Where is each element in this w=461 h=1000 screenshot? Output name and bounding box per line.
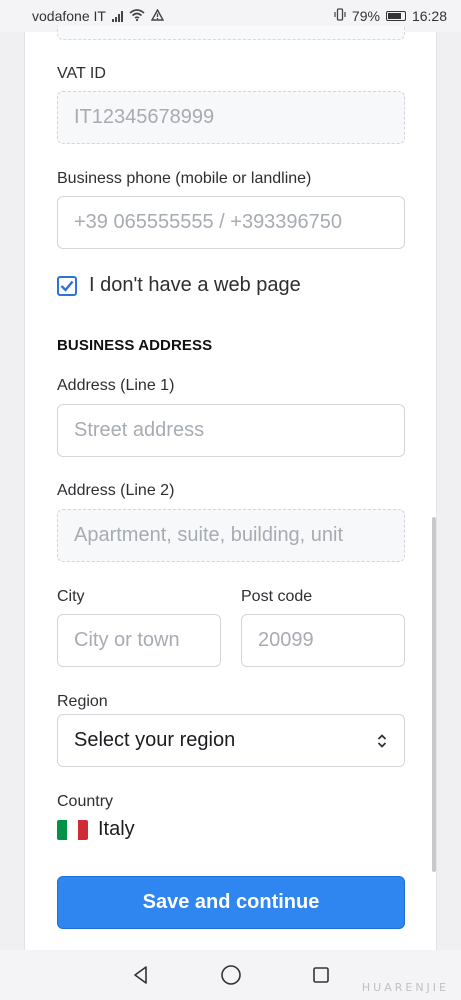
signal-icon	[111, 10, 123, 22]
chevron-updown-icon	[376, 733, 388, 749]
check-icon	[60, 280, 74, 292]
carrier-name: vodafone IT	[32, 8, 106, 24]
city-placeholder: City or town	[74, 629, 180, 651]
back-icon[interactable]	[130, 964, 152, 986]
postcode-placeholder: 20099	[258, 629, 314, 651]
phone-label: Business phone (mobile or landline)	[57, 170, 312, 187]
vat-label: VAT ID	[57, 65, 106, 82]
city-label: City	[57, 588, 85, 605]
flag-stripe	[77, 819, 88, 840]
address1-placeholder: Street address	[74, 419, 205, 441]
form-card: VAT ID IT12345678999 Business phone (mob…	[24, 26, 437, 950]
postcode-label: Post code	[241, 588, 313, 605]
business-address-heading: BUSINESS ADDRESS	[57, 337, 213, 354]
region-selected: Select your region	[74, 729, 236, 751]
no-webpage-row[interactable]: I don't have a web page	[57, 274, 301, 297]
country-row: Italy	[57, 818, 135, 841]
watermark: HUARENJIE	[361, 981, 449, 994]
home-icon[interactable]	[220, 964, 242, 986]
address2-placeholder: Apartment, suite, building, unit	[74, 524, 344, 546]
address1-input[interactable]: Street address	[57, 404, 405, 457]
vat-placeholder: IT12345678999	[74, 106, 215, 128]
phone-placeholder: +39 065555555 / +393396750	[74, 211, 343, 233]
scrollbar[interactable]	[432, 517, 436, 872]
city-input[interactable]: City or town	[57, 614, 221, 667]
country-name: Italy	[98, 818, 135, 840]
battery-icon	[385, 11, 406, 21]
region-select[interactable]: Select your region	[57, 714, 405, 767]
clock: 16:28	[411, 8, 447, 24]
address2-input[interactable]: Apartment, suite, building, unit	[57, 509, 405, 562]
italy-flag-icon	[57, 819, 88, 840]
vat-input[interactable]: IT12345678999	[57, 91, 405, 144]
wifi-icon	[129, 8, 145, 24]
save-continue-label: Save and continue	[142, 891, 320, 913]
flag-stripe	[57, 819, 68, 840]
region-label: Region	[57, 693, 108, 710]
phone-input[interactable]: +39 065555555 / +393396750	[57, 196, 405, 249]
vibrate-icon	[334, 8, 346, 24]
flag-stripe	[67, 819, 78, 840]
battery-percent: 79%	[351, 8, 380, 24]
recents-icon[interactable]	[310, 964, 332, 986]
country-label: Country	[57, 793, 114, 810]
address2-label: Address (Line 2)	[57, 482, 175, 499]
previous-field-stub	[57, 26, 405, 40]
postcode-input[interactable]: 20099	[241, 614, 405, 667]
warning-icon	[150, 8, 165, 24]
save-continue-button[interactable]: Save and continue	[57, 876, 405, 929]
address1-label: Address (Line 1)	[57, 377, 175, 394]
no-webpage-label: I don't have a web page	[89, 274, 301, 296]
no-webpage-checkbox[interactable]	[57, 275, 77, 296]
